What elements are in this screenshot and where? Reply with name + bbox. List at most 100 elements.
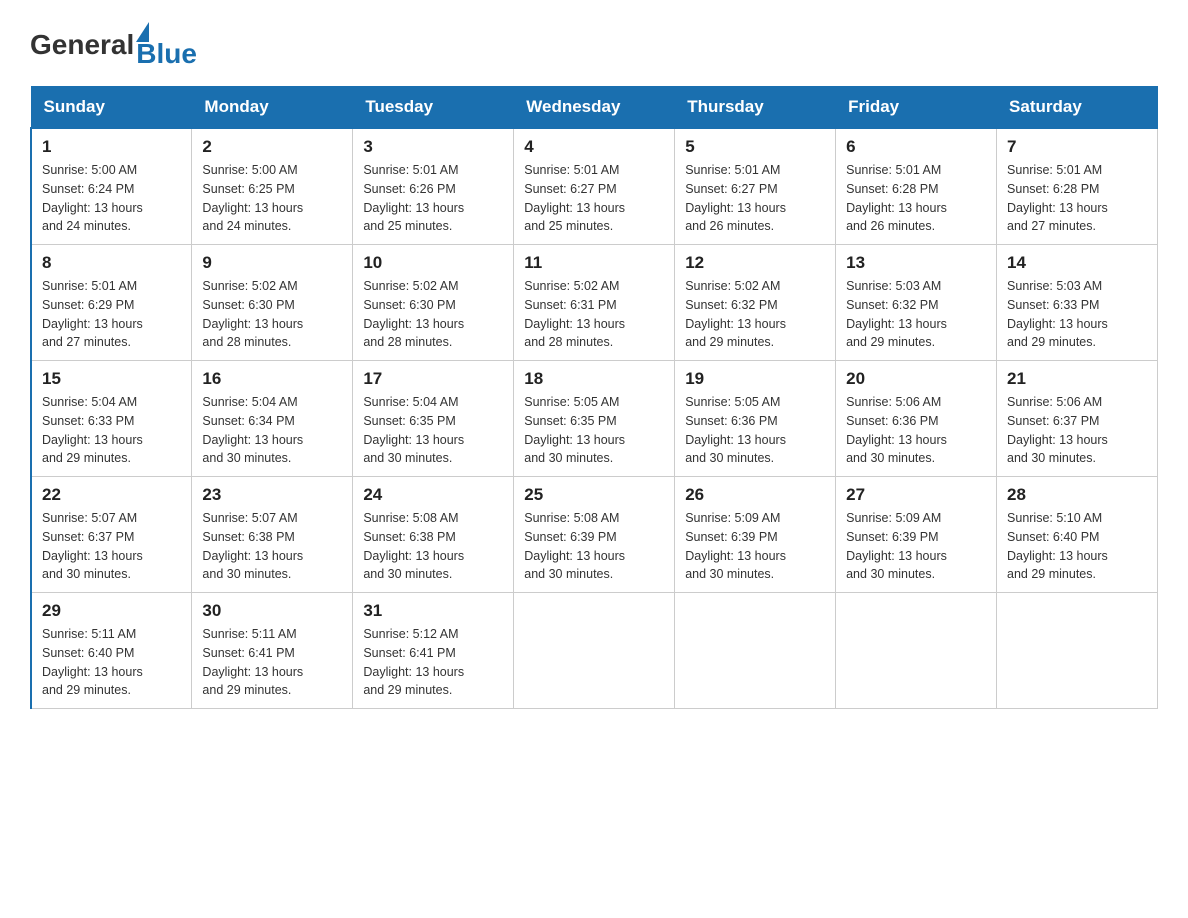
day-number: 21 xyxy=(1007,369,1147,389)
calendar-day-cell: 1 Sunrise: 5:00 AMSunset: 6:24 PMDaylight… xyxy=(31,128,192,245)
day-number: 8 xyxy=(42,253,181,273)
calendar-day-cell: 25 Sunrise: 5:08 AMSunset: 6:39 PMDayligh… xyxy=(514,477,675,593)
day-number: 10 xyxy=(363,253,503,273)
weekday-header-row: SundayMondayTuesdayWednesdayThursdayFrid… xyxy=(31,87,1158,129)
day-number: 19 xyxy=(685,369,825,389)
day-number: 6 xyxy=(846,137,986,157)
calendar-day-cell: 18 Sunrise: 5:05 AMSunset: 6:35 PMDayligh… xyxy=(514,361,675,477)
calendar-week-row: 29 Sunrise: 5:11 AMSunset: 6:40 PMDayligh… xyxy=(31,593,1158,709)
day-number: 12 xyxy=(685,253,825,273)
calendar-day-cell: 15Sunrise: 5:04 AMSunset: 6:33 PMDayligh… xyxy=(31,361,192,477)
weekday-header-tuesday: Tuesday xyxy=(353,87,514,129)
day-number: 27 xyxy=(846,485,986,505)
day-info: Sunrise: 5:10 AMSunset: 6:40 PMDaylight:… xyxy=(1007,509,1147,584)
day-number: 18 xyxy=(524,369,664,389)
day-info: Sunrise: 5:11 AMSunset: 6:41 PMDaylight:… xyxy=(202,625,342,700)
calendar-day-cell xyxy=(514,593,675,709)
day-info: Sunrise: 5:05 AMSunset: 6:36 PMDaylight:… xyxy=(685,393,825,468)
day-info: Sunrise: 5:03 AMSunset: 6:33 PMDaylight:… xyxy=(1007,277,1147,352)
day-number: 30 xyxy=(202,601,342,621)
calendar-day-cell: 23 Sunrise: 5:07 AMSunset: 6:38 PMDayligh… xyxy=(192,477,353,593)
day-info: Sunrise: 5:07 AMSunset: 6:37 PMDaylight:… xyxy=(42,509,181,584)
day-info: Sunrise: 5:06 AMSunset: 6:36 PMDaylight:… xyxy=(846,393,986,468)
day-number: 24 xyxy=(363,485,503,505)
day-number: 23 xyxy=(202,485,342,505)
day-number: 11 xyxy=(524,253,664,273)
day-info: Sunrise: 5:07 AMSunset: 6:38 PMDaylight:… xyxy=(202,509,342,584)
weekday-header-sunday: Sunday xyxy=(31,87,192,129)
calendar-day-cell: 12 Sunrise: 5:02 AMSunset: 6:32 PMDayligh… xyxy=(675,245,836,361)
day-info: Sunrise: 5:09 AMSunset: 6:39 PMDaylight:… xyxy=(846,509,986,584)
day-info: Sunrise: 5:02 AMSunset: 6:32 PMDaylight:… xyxy=(685,277,825,352)
logo-general-text: General xyxy=(30,29,134,61)
day-number: 9 xyxy=(202,253,342,273)
logo-blue-text: Blue xyxy=(136,38,197,70)
day-info: Sunrise: 5:09 AMSunset: 6:39 PMDaylight:… xyxy=(685,509,825,584)
calendar-table: SundayMondayTuesdayWednesdayThursdayFrid… xyxy=(30,86,1158,709)
calendar-day-cell: 19 Sunrise: 5:05 AMSunset: 6:36 PMDayligh… xyxy=(675,361,836,477)
calendar-day-cell: 16 Sunrise: 5:04 AMSunset: 6:34 PMDayligh… xyxy=(192,361,353,477)
day-info: Sunrise: 5:08 AMSunset: 6:38 PMDaylight:… xyxy=(363,509,503,584)
day-info: Sunrise: 5:01 AMSunset: 6:27 PMDaylight:… xyxy=(685,161,825,236)
day-info: Sunrise: 5:02 AMSunset: 6:31 PMDaylight:… xyxy=(524,277,664,352)
calendar-day-cell: 30 Sunrise: 5:11 AMSunset: 6:41 PMDayligh… xyxy=(192,593,353,709)
calendar-day-cell: 11 Sunrise: 5:02 AMSunset: 6:31 PMDayligh… xyxy=(514,245,675,361)
day-number: 22 xyxy=(42,485,181,505)
day-number: 16 xyxy=(202,369,342,389)
day-info: Sunrise: 5:12 AMSunset: 6:41 PMDaylight:… xyxy=(363,625,503,700)
calendar-day-cell: 26Sunrise: 5:09 AMSunset: 6:39 PMDayligh… xyxy=(675,477,836,593)
calendar-day-cell: 29 Sunrise: 5:11 AMSunset: 6:40 PMDayligh… xyxy=(31,593,192,709)
day-info: Sunrise: 5:06 AMSunset: 6:37 PMDaylight:… xyxy=(1007,393,1147,468)
day-info: Sunrise: 5:11 AMSunset: 6:40 PMDaylight:… xyxy=(42,625,181,700)
header: General Blue xyxy=(30,20,1158,70)
day-info: Sunrise: 5:00 AMSunset: 6:24 PMDaylight:… xyxy=(42,161,181,236)
calendar-day-cell: 28 Sunrise: 5:10 AMSunset: 6:40 PMDayligh… xyxy=(997,477,1158,593)
day-info: Sunrise: 5:01 AMSunset: 6:28 PMDaylight:… xyxy=(1007,161,1147,236)
day-info: Sunrise: 5:01 AMSunset: 6:27 PMDaylight:… xyxy=(524,161,664,236)
calendar-day-cell xyxy=(836,593,997,709)
day-number: 13 xyxy=(846,253,986,273)
calendar-day-cell: 21 Sunrise: 5:06 AMSunset: 6:37 PMDayligh… xyxy=(997,361,1158,477)
day-info: Sunrise: 5:02 AMSunset: 6:30 PMDaylight:… xyxy=(363,277,503,352)
logo: General Blue xyxy=(30,20,197,70)
day-info: Sunrise: 5:04 AMSunset: 6:35 PMDaylight:… xyxy=(363,393,503,468)
day-number: 15 xyxy=(42,369,181,389)
calendar-day-cell: 3Sunrise: 5:01 AMSunset: 6:26 PMDaylight… xyxy=(353,128,514,245)
day-info: Sunrise: 5:08 AMSunset: 6:39 PMDaylight:… xyxy=(524,509,664,584)
calendar-day-cell: 17 Sunrise: 5:04 AMSunset: 6:35 PMDayligh… xyxy=(353,361,514,477)
day-number: 4 xyxy=(524,137,664,157)
day-number: 29 xyxy=(42,601,181,621)
calendar-week-row: 8Sunrise: 5:01 AMSunset: 6:29 PMDaylight… xyxy=(31,245,1158,361)
calendar-day-cell: 24 Sunrise: 5:08 AMSunset: 6:38 PMDayligh… xyxy=(353,477,514,593)
calendar-day-cell xyxy=(997,593,1158,709)
day-info: Sunrise: 5:02 AMSunset: 6:30 PMDaylight:… xyxy=(202,277,342,352)
day-number: 17 xyxy=(363,369,503,389)
weekday-header-monday: Monday xyxy=(192,87,353,129)
calendar-day-cell xyxy=(675,593,836,709)
day-number: 28 xyxy=(1007,485,1147,505)
calendar-day-cell: 20 Sunrise: 5:06 AMSunset: 6:36 PMDayligh… xyxy=(836,361,997,477)
calendar-day-cell: 13 Sunrise: 5:03 AMSunset: 6:32 PMDayligh… xyxy=(836,245,997,361)
calendar-day-cell: 22 Sunrise: 5:07 AMSunset: 6:37 PMDayligh… xyxy=(31,477,192,593)
day-info: Sunrise: 5:00 AMSunset: 6:25 PMDaylight:… xyxy=(202,161,342,236)
day-info: Sunrise: 5:01 AMSunset: 6:28 PMDaylight:… xyxy=(846,161,986,236)
day-number: 20 xyxy=(846,369,986,389)
calendar-day-cell: 9 Sunrise: 5:02 AMSunset: 6:30 PMDaylight… xyxy=(192,245,353,361)
calendar-day-cell: 6 Sunrise: 5:01 AMSunset: 6:28 PMDaylight… xyxy=(836,128,997,245)
day-number: 1 xyxy=(42,137,181,157)
day-number: 14 xyxy=(1007,253,1147,273)
day-number: 25 xyxy=(524,485,664,505)
day-info: Sunrise: 5:04 AMSunset: 6:34 PMDaylight:… xyxy=(202,393,342,468)
calendar-week-row: 22 Sunrise: 5:07 AMSunset: 6:37 PMDayligh… xyxy=(31,477,1158,593)
day-number: 7 xyxy=(1007,137,1147,157)
calendar-week-row: 15Sunrise: 5:04 AMSunset: 6:33 PMDayligh… xyxy=(31,361,1158,477)
calendar-day-cell: 2 Sunrise: 5:00 AMSunset: 6:25 PMDaylight… xyxy=(192,128,353,245)
day-number: 3 xyxy=(363,137,503,157)
day-number: 2 xyxy=(202,137,342,157)
day-info: Sunrise: 5:03 AMSunset: 6:32 PMDaylight:… xyxy=(846,277,986,352)
day-info: Sunrise: 5:05 AMSunset: 6:35 PMDaylight:… xyxy=(524,393,664,468)
calendar-day-cell: 7 Sunrise: 5:01 AMSunset: 6:28 PMDaylight… xyxy=(997,128,1158,245)
calendar-day-cell: 5Sunrise: 5:01 AMSunset: 6:27 PMDaylight… xyxy=(675,128,836,245)
calendar-day-cell: 4 Sunrise: 5:01 AMSunset: 6:27 PMDaylight… xyxy=(514,128,675,245)
calendar-week-row: 1 Sunrise: 5:00 AMSunset: 6:24 PMDaylight… xyxy=(31,128,1158,245)
